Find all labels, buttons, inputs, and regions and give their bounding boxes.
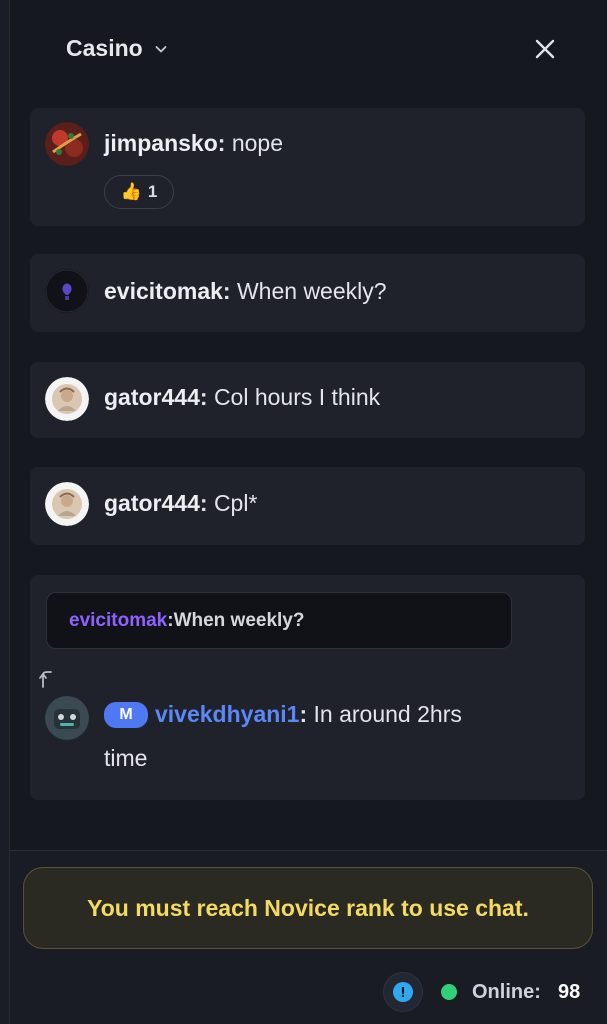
username[interactable]: gator444 xyxy=(104,384,200,410)
chat-message-reply: evicitomak: When weekly? Mvivekdhyani1: … xyxy=(30,575,585,800)
robot-avatar-icon[interactable] xyxy=(45,696,89,740)
message-text: Cpl* xyxy=(213,490,258,516)
quoted-text: When weekly? xyxy=(173,609,305,631)
quoted-username: evicitomak xyxy=(69,609,168,631)
username[interactable]: jimpansko xyxy=(104,130,218,156)
message-line: jimpansko: nope xyxy=(104,130,283,156)
channel-title: Casino xyxy=(66,35,143,61)
online-count: 98 xyxy=(558,981,581,1003)
online-status-dot xyxy=(441,984,457,1000)
message-line: gator444: Cpl* xyxy=(104,490,258,516)
avatar-icon[interactable] xyxy=(45,482,89,526)
close-icon[interactable] xyxy=(530,34,560,64)
message-text-continued: time xyxy=(104,745,148,771)
message-line: evicitomak: When weekly? xyxy=(104,278,387,304)
reply-arrow-icon xyxy=(39,671,52,688)
message-line: Mvivekdhyani1: In around 2hrs xyxy=(104,701,462,728)
chevron-down-icon xyxy=(155,45,167,52)
reaction-button[interactable]: 👍 1 xyxy=(104,175,174,209)
chat-message: gator444: Cpl* xyxy=(30,467,585,545)
chat-message: gator444: Col hours I think xyxy=(30,362,585,438)
username[interactable]: vivekdhyani1 xyxy=(155,701,299,727)
chat-message: evicitomak: When weekly? xyxy=(30,254,585,332)
quoted-message[interactable]: evicitomak: When weekly? xyxy=(46,592,512,649)
reaction-count: 1 xyxy=(147,182,158,201)
avatar-icon[interactable] xyxy=(45,377,89,421)
online-label: Online: xyxy=(472,981,541,1003)
message-line: gator444: Col hours I think xyxy=(104,384,381,410)
left-edge-divider xyxy=(0,0,10,1024)
info-button[interactable]: ! xyxy=(383,972,423,1012)
chat-footer: You must reach Novice rank to use chat. … xyxy=(10,851,607,1024)
avatar-icon[interactable] xyxy=(45,269,89,313)
channel-selector[interactable]: Casino xyxy=(66,35,167,62)
message-text: When weekly? xyxy=(236,278,387,304)
username[interactable]: gator444 xyxy=(104,490,200,516)
chat-panel: Casino jimpansko: nope 👍 1 evicitomak: W… xyxy=(10,0,607,1024)
moderator-badge: M xyxy=(104,702,148,728)
avatar-icon[interactable] xyxy=(45,122,89,166)
message-text: nope xyxy=(231,130,283,156)
message-text: Col hours I think xyxy=(213,384,381,410)
chat-message: jimpansko: nope 👍 1 xyxy=(30,108,585,226)
message-text: In around 2hrs xyxy=(313,701,462,727)
username[interactable]: evicitomak xyxy=(104,278,223,304)
info-icon: ! xyxy=(393,982,413,1002)
chat-header: Casino xyxy=(10,0,607,96)
thumbs-up-icon: 👍 xyxy=(120,182,142,201)
rank-requirement-notice: You must reach Novice rank to use chat. xyxy=(23,867,593,949)
